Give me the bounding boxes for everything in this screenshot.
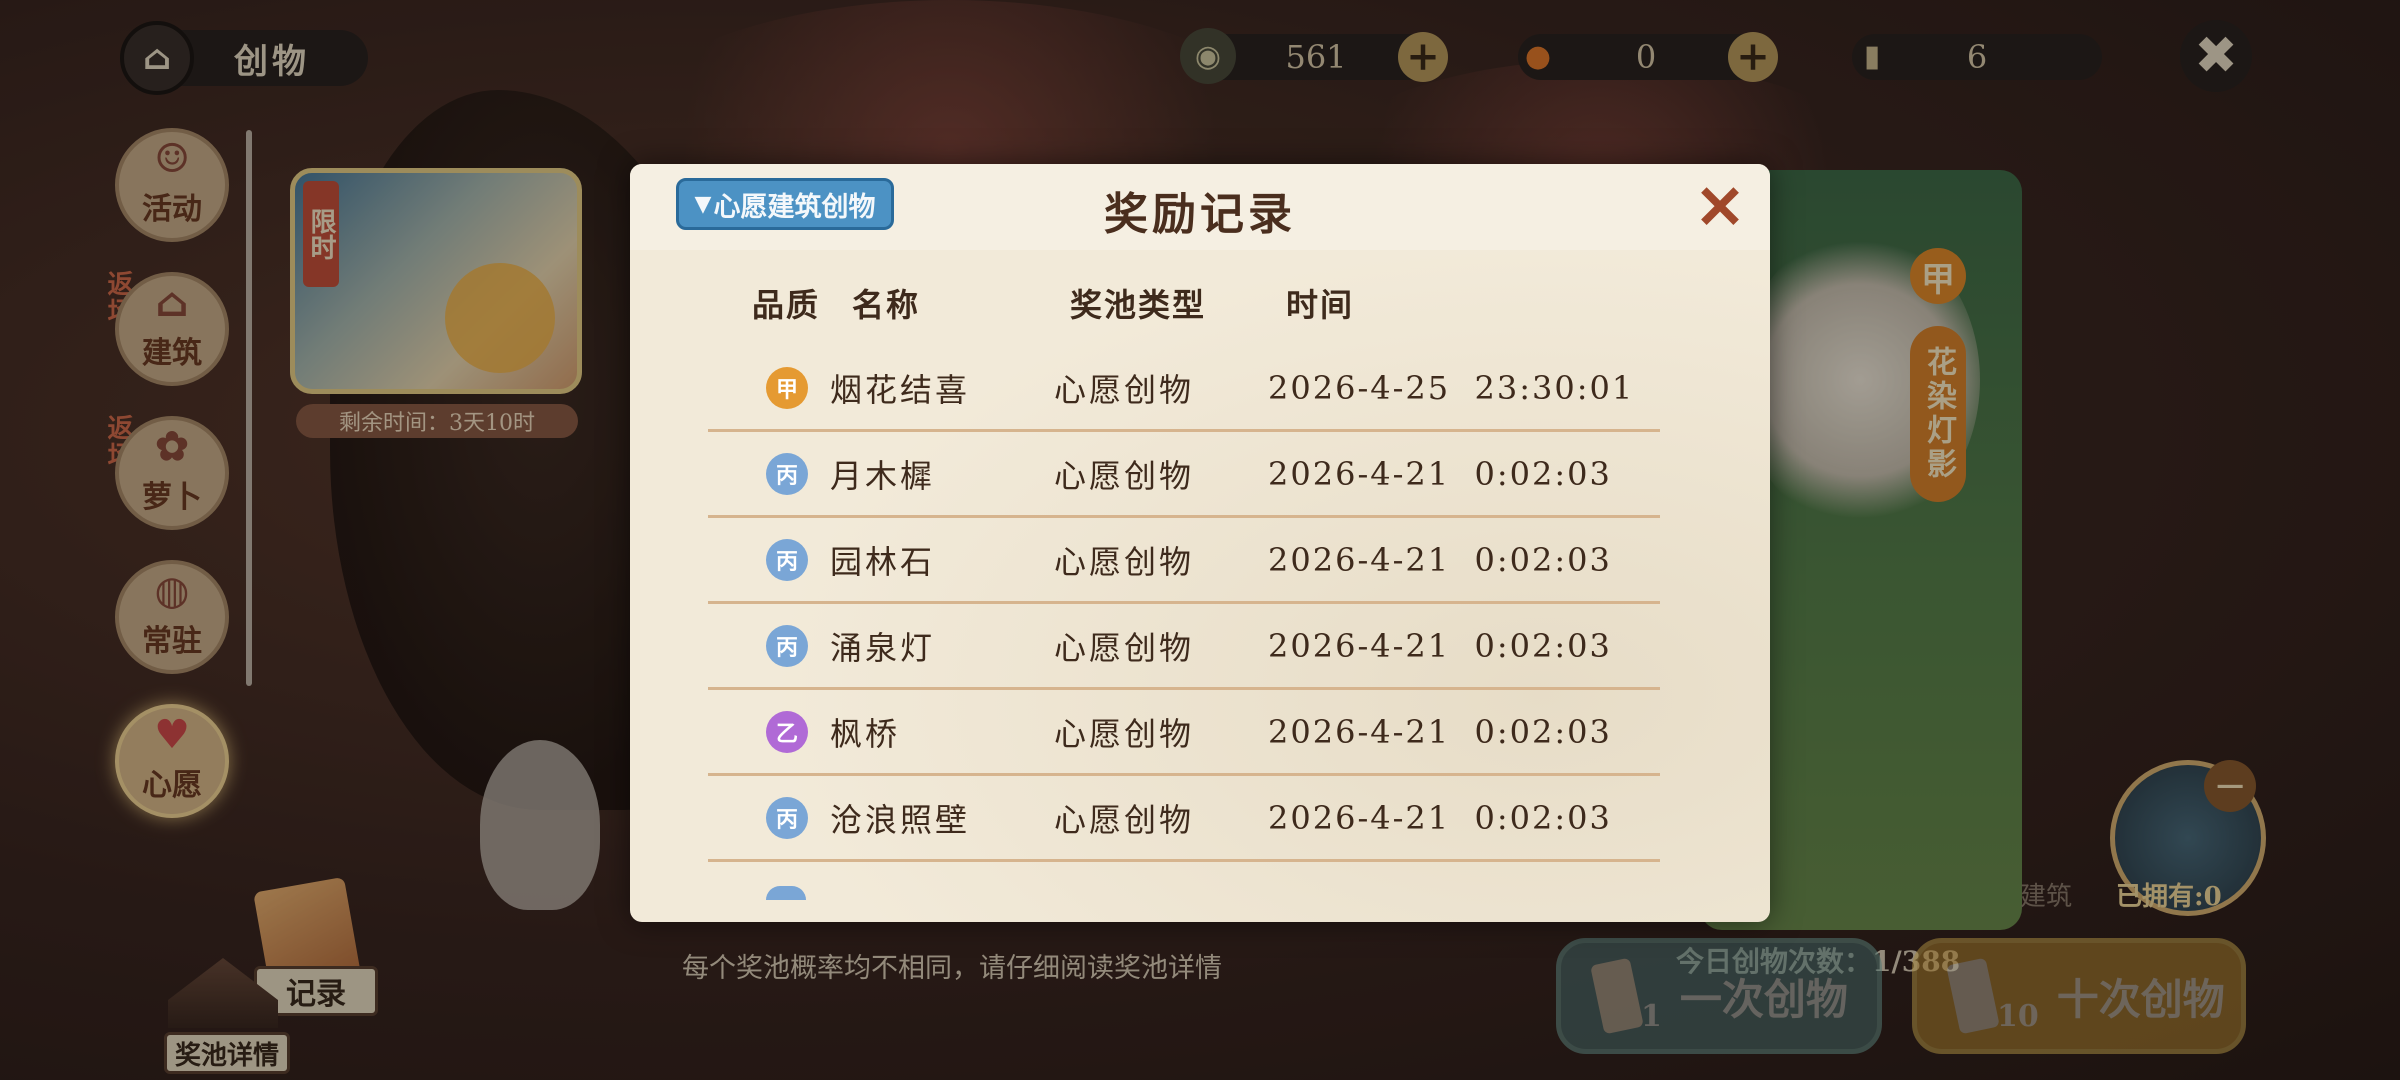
- item-name: 沧浪照壁: [830, 800, 971, 839]
- grade-badge: 丙: [766, 796, 808, 839]
- table-row: 丙 涌泉灯 心愿创物 2026-4-21 0:02:03: [708, 604, 1660, 690]
- table-row: 丙 沧浪照壁 心愿创物 2026-4-21 0:02:03: [708, 776, 1660, 862]
- close-icon[interactable]: ✕: [1692, 178, 1748, 238]
- column-header-name: 名称: [852, 286, 921, 324]
- pool-type: 心愿创物: [1054, 628, 1195, 667]
- pool-type: 心愿创物: [1054, 370, 1195, 409]
- column-header-grade: 品质: [752, 286, 821, 324]
- pool-type: 心愿创物: [1054, 542, 1195, 581]
- item-name: 枫桥: [830, 714, 901, 753]
- record-time: 2026-4-21 0:02:03: [1268, 454, 1612, 493]
- reward-record-dialog: ▼ 心愿建筑创物 奖励记录 ✕ 品质 名称 奖池类型 时间 甲 烟花结喜 心愿创…: [630, 164, 1770, 922]
- table-row: 丙 园林石 心愿创物 2026-4-21 0:02:03: [708, 518, 1660, 604]
- table-row: 甲 烟花结喜 心愿创物 2026-4-25 23:30:01: [708, 346, 1660, 432]
- grade-badge: 丙: [766, 452, 808, 495]
- next-row-grade-badge: [766, 886, 806, 900]
- item-name: 烟花结喜: [830, 370, 971, 409]
- column-header-pool: 奖池类型: [1070, 286, 1207, 324]
- item-name: 园林石: [830, 542, 936, 581]
- column-header-time: 时间: [1286, 286, 1355, 324]
- record-time: 2026-4-21 0:02:03: [1268, 540, 1612, 579]
- item-name: 月木樨: [830, 456, 936, 495]
- grade-badge: 乙: [766, 710, 808, 753]
- record-time: 2026-4-25 23:30:01: [1268, 368, 1635, 407]
- record-time: 2026-4-21 0:02:03: [1268, 798, 1612, 837]
- grade-badge: 丙: [766, 538, 808, 581]
- record-time: 2026-4-21 0:02:03: [1268, 712, 1612, 751]
- record-time: 2026-4-21 0:02:03: [1268, 626, 1612, 665]
- grade-badge: 丙: [766, 624, 808, 667]
- grade-badge: 甲: [766, 366, 808, 409]
- pool-type: 心愿创物: [1054, 456, 1195, 495]
- pool-type: 心愿创物: [1054, 800, 1195, 839]
- dialog-title: 奖励记录: [1104, 189, 1296, 240]
- table-row: 乙 枫桥 心愿创物 2026-4-21 0:02:03: [708, 690, 1660, 776]
- item-name: 涌泉灯: [830, 628, 936, 667]
- pool-type: 心愿创物: [1054, 714, 1195, 753]
- table-row: 丙 月木樨 心愿创物 2026-4-21 0:02:03: [708, 432, 1660, 518]
